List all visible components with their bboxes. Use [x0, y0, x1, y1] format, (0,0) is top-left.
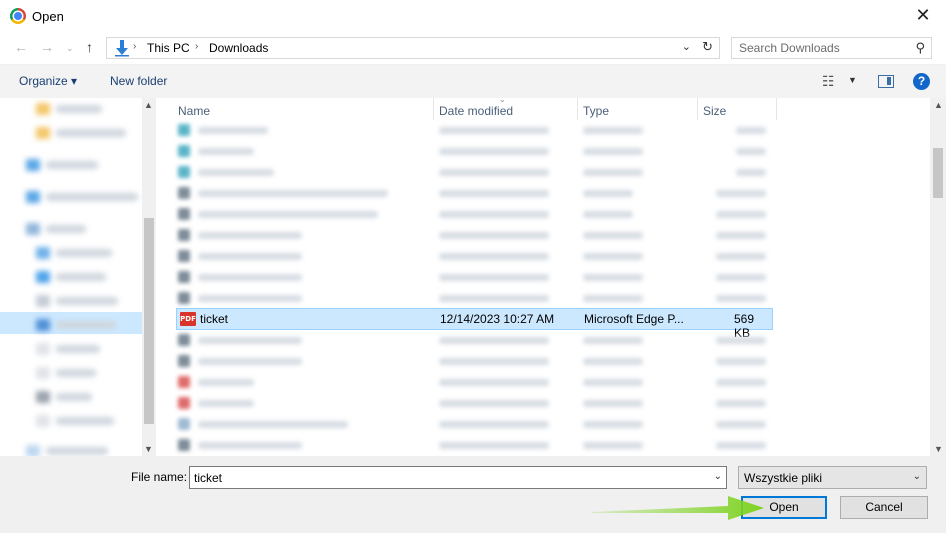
file-type-cell: Microsoft Edge P... [584, 312, 684, 326]
annotation-arrow-icon [592, 496, 764, 520]
list-item[interactable] [176, 225, 772, 245]
help-icon[interactable]: ? [913, 73, 930, 90]
list-item[interactable] [176, 393, 772, 413]
nav-item[interactable] [26, 156, 98, 174]
organize-button[interactable]: Organize ▾ [19, 74, 77, 88]
nav-item[interactable] [36, 316, 116, 334]
window-title: Open [32, 9, 64, 24]
column-divider[interactable] [776, 98, 777, 120]
column-header-type[interactable]: Type [583, 104, 609, 118]
list-item[interactable] [176, 162, 772, 182]
title-bar: Open ✕ [0, 0, 946, 32]
breadcrumb-separator-icon: › [133, 41, 137, 52]
cancel-button[interactable]: Cancel [840, 496, 928, 519]
search-box[interactable]: ⚲ [731, 37, 932, 59]
dialog-footer: File name: ⌄ Wszystkie pliki ⌄ Open Canc… [0, 456, 946, 533]
nav-item[interactable] [36, 340, 100, 358]
scroll-up-icon[interactable]: ▲ [144, 100, 153, 110]
address-dropdown-icon[interactable]: ⌄ [682, 40, 691, 53]
nav-item[interactable] [36, 268, 106, 286]
close-icon[interactable]: ✕ [900, 0, 946, 32]
preview-pane-icon[interactable] [878, 75, 894, 88]
navigation-pane[interactable] [0, 98, 142, 456]
pdf-file-icon: PDF [180, 312, 196, 326]
nav-item[interactable] [36, 412, 114, 430]
scroll-up-icon[interactable]: ▲ [934, 100, 943, 110]
nav-item[interactable] [36, 364, 96, 382]
nav-item[interactable] [26, 220, 86, 238]
search-input[interactable] [739, 40, 909, 56]
breadcrumb-separator-icon: › [195, 41, 199, 52]
nav-item[interactable] [26, 442, 108, 456]
chrome-icon [10, 8, 26, 24]
list-item[interactable] [176, 414, 772, 434]
file-type-value: Wszystkie pliki [744, 471, 823, 485]
file-name-combobox[interactable]: ⌄ [189, 466, 727, 489]
refresh-icon[interactable]: ↻ [702, 39, 713, 55]
nav-item[interactable] [36, 244, 112, 262]
breadcrumb-this-pc[interactable]: This PC [147, 41, 190, 55]
file-name-label: File name: [131, 470, 188, 484]
column-header-name[interactable]: Name [178, 104, 210, 118]
column-divider[interactable] [697, 98, 698, 120]
forward-arrow-icon[interactable]: → [40, 39, 54, 55]
back-arrow-icon[interactable]: ← [14, 39, 28, 55]
nav-item[interactable] [26, 188, 138, 206]
breadcrumb-downloads[interactable]: Downloads [209, 41, 268, 55]
column-divider[interactable] [433, 98, 434, 120]
command-toolbar: Organize ▾ New folder ☷ ▼ ? [0, 64, 946, 98]
list-item[interactable] [176, 204, 772, 224]
list-item[interactable] [176, 288, 772, 308]
search-icon: ⚲ [915, 40, 925, 55]
address-row: ← → ⌄ ↑ › This PC › Downloads ⌄ ↻ ⚲ [0, 33, 946, 63]
table-row-selected[interactable]: PDF ticket 12/14/2023 10:27 AM Microsoft… [176, 308, 773, 340]
file-name-input[interactable] [194, 470, 694, 486]
file-date-cell: 12/14/2023 10:27 AM [440, 312, 555, 326]
scroll-down-icon[interactable]: ▼ [144, 444, 153, 454]
list-item[interactable] [176, 372, 772, 392]
column-header-size[interactable]: Size [703, 104, 726, 118]
file-list-scrollbar[interactable]: ▲ ▼ [930, 98, 946, 456]
list-item[interactable] [176, 351, 772, 371]
new-folder-button[interactable]: New folder [110, 74, 167, 88]
view-options-icon[interactable]: ☷ [822, 73, 835, 90]
file-scroll-thumb[interactable] [933, 148, 943, 198]
nav-item[interactable] [36, 388, 92, 406]
scroll-down-icon[interactable]: ▼ [934, 444, 943, 454]
chevron-down-icon[interactable]: ⌄ [714, 471, 722, 482]
file-name-cell: ticket [200, 312, 229, 326]
recent-locations-icon[interactable]: ⌄ [66, 43, 74, 54]
list-item[interactable] [176, 435, 772, 455]
chevron-down-icon[interactable]: ⌄ [913, 471, 921, 482]
nav-item[interactable] [36, 100, 102, 118]
column-divider[interactable] [577, 98, 578, 120]
file-type-select[interactable]: Wszystkie pliki ⌄ [738, 466, 927, 489]
downloads-folder-icon [115, 40, 129, 57]
list-item[interactable] [176, 120, 772, 140]
up-arrow-icon[interactable]: ↑ [86, 39, 93, 55]
nav-scroll-thumb[interactable] [144, 218, 154, 424]
view-dropdown-icon[interactable]: ▼ [848, 75, 857, 85]
list-item[interactable] [176, 330, 772, 350]
nav-pane-scrollbar[interactable]: ▲ ▼ [142, 98, 156, 456]
file-list[interactable]: ⌄ Name Date modified Type Size PDF ticke… [156, 98, 930, 456]
nav-item[interactable] [36, 124, 126, 142]
list-item[interactable] [176, 267, 772, 287]
list-item[interactable] [176, 183, 772, 203]
list-item[interactable] [176, 141, 772, 161]
nav-item[interactable] [36, 292, 118, 310]
address-bar[interactable]: › This PC › Downloads ⌄ ↻ [106, 37, 720, 59]
column-header-date-modified[interactable]: Date modified [439, 104, 513, 118]
list-item[interactable] [176, 246, 772, 266]
